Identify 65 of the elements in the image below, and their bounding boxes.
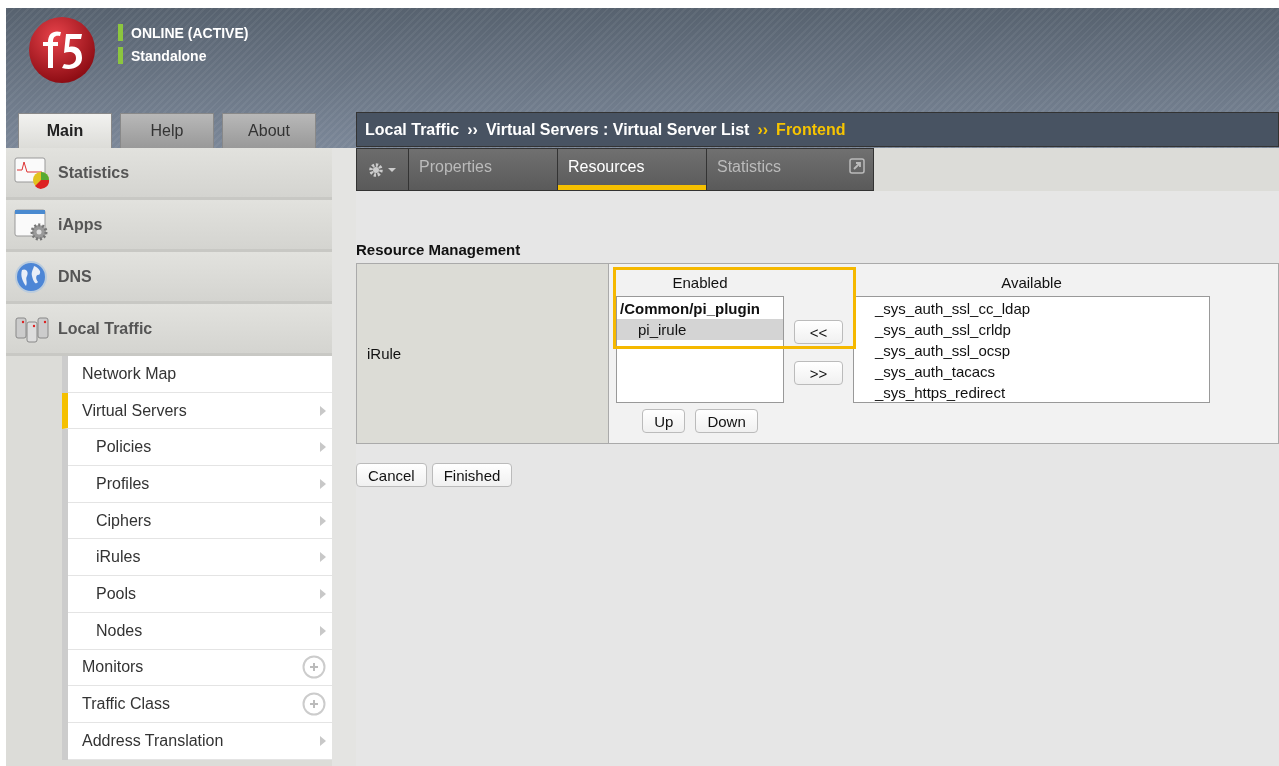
chevron-right-icon bbox=[320, 735, 326, 746]
breadcrumb-item[interactable]: Local Traffic bbox=[365, 120, 460, 139]
column-title: Enabled bbox=[672, 274, 728, 293]
sidebar-item[interactable]: Traffic Class bbox=[68, 686, 332, 723]
up-button[interactable]: Up bbox=[642, 409, 686, 433]
move-right-button[interactable]: >> bbox=[794, 361, 843, 385]
sidebar-section[interactable]: DNS bbox=[6, 252, 332, 304]
main-tab[interactable]: Help bbox=[120, 113, 214, 148]
breadcrumb-separator: ›› bbox=[757, 120, 769, 139]
enabled-list[interactable]: /Common/pi_plugin pi_irule bbox=[616, 296, 784, 403]
sidebar-item[interactable]: iRules bbox=[68, 539, 332, 577]
settings-menu-button[interactable] bbox=[357, 149, 409, 190]
section-label: iApps bbox=[58, 215, 103, 234]
main-tab[interactable]: About bbox=[222, 113, 316, 148]
list-option[interactable]: _sys_auth_tacacs bbox=[854, 361, 1209, 382]
column-title: Available bbox=[1001, 274, 1062, 293]
down-button[interactable]: Down bbox=[695, 409, 758, 433]
chevron-right-icon bbox=[320, 588, 326, 599]
sidebar-section[interactable]: Statistics bbox=[6, 148, 332, 200]
section-label: Local Traffic bbox=[58, 319, 153, 338]
status-indicator bbox=[118, 47, 123, 64]
gear-icon bbox=[367, 161, 398, 178]
sidebar-section[interactable]: iApps bbox=[6, 200, 332, 252]
status-text: Standalone bbox=[131, 47, 207, 64]
list-option[interactable]: _sys_auth_ssl_cc_ldap bbox=[854, 298, 1209, 319]
sidebar-item[interactable]: Virtual Servers bbox=[62, 392, 332, 430]
sidebar-item[interactable]: Ciphers bbox=[68, 502, 332, 540]
sidebar-item[interactable]: Address Translation bbox=[68, 722, 332, 760]
breadcrumb-separator: ›› bbox=[467, 120, 478, 139]
action-button[interactable]: Cancel bbox=[356, 463, 427, 487]
list-option[interactable]: _sys_auth_ssl_ocsp bbox=[854, 340, 1209, 361]
sidebar-section[interactable]: Local Traffic bbox=[6, 304, 332, 356]
available-list[interactable]: _sys_auth_ssl_cc_ldap _sys_auth_ssl_crldp _sys_auth_ssl_ocsp _sys_auth_tacacs _sys_https_redirect bbox=[853, 296, 1210, 403]
action-button[interactable]: Finished bbox=[431, 463, 513, 487]
list-option[interactable]: _sys_https_redirect bbox=[854, 382, 1209, 403]
add-icon bbox=[302, 692, 326, 717]
sidebar-item[interactable]: Monitors bbox=[68, 649, 332, 687]
chevron-right-icon bbox=[320, 625, 326, 636]
chevron-right-icon bbox=[320, 405, 326, 416]
breadcrumb-item[interactable]: Virtual Servers : Virtual Server List bbox=[485, 120, 750, 139]
tab[interactable]: Resources bbox=[558, 149, 707, 190]
chevron-right-icon bbox=[320, 552, 326, 563]
add-icon bbox=[302, 655, 326, 680]
row-label: iRule bbox=[357, 264, 609, 443]
chevron-right-icon bbox=[320, 515, 326, 526]
sidebar-item[interactable]: Network Map bbox=[68, 356, 332, 393]
breadcrumb-item: Frontend bbox=[776, 120, 846, 139]
main-tab[interactable]: Main bbox=[18, 113, 112, 148]
section-title: Resource Management bbox=[356, 241, 522, 258]
status-indicator bbox=[118, 24, 123, 41]
chart-icon bbox=[14, 155, 52, 190]
logo-icon bbox=[26, 16, 98, 84]
status-text: ONLINE (ACTIVE) bbox=[131, 24, 249, 41]
chevron-right-icon bbox=[320, 478, 326, 489]
list-option[interactable]: _sys_auth_ssl_crldp bbox=[854, 319, 1209, 340]
list-option[interactable]: /Common/pi_plugin bbox=[617, 298, 783, 319]
move-left-button[interactable]: << bbox=[794, 320, 843, 344]
section-label: DNS bbox=[58, 267, 92, 286]
list-option[interactable]: pi_irule bbox=[617, 319, 783, 340]
sidebar-item[interactable]: Pools bbox=[68, 576, 332, 613]
sidebar-item[interactable]: Profiles bbox=[68, 466, 332, 503]
section-label: Statistics bbox=[58, 163, 130, 182]
sidebar-item[interactable]: Nodes bbox=[68, 612, 332, 650]
sidebar-item[interactable]: Policies bbox=[68, 429, 332, 467]
chevron-right-icon bbox=[320, 442, 326, 453]
